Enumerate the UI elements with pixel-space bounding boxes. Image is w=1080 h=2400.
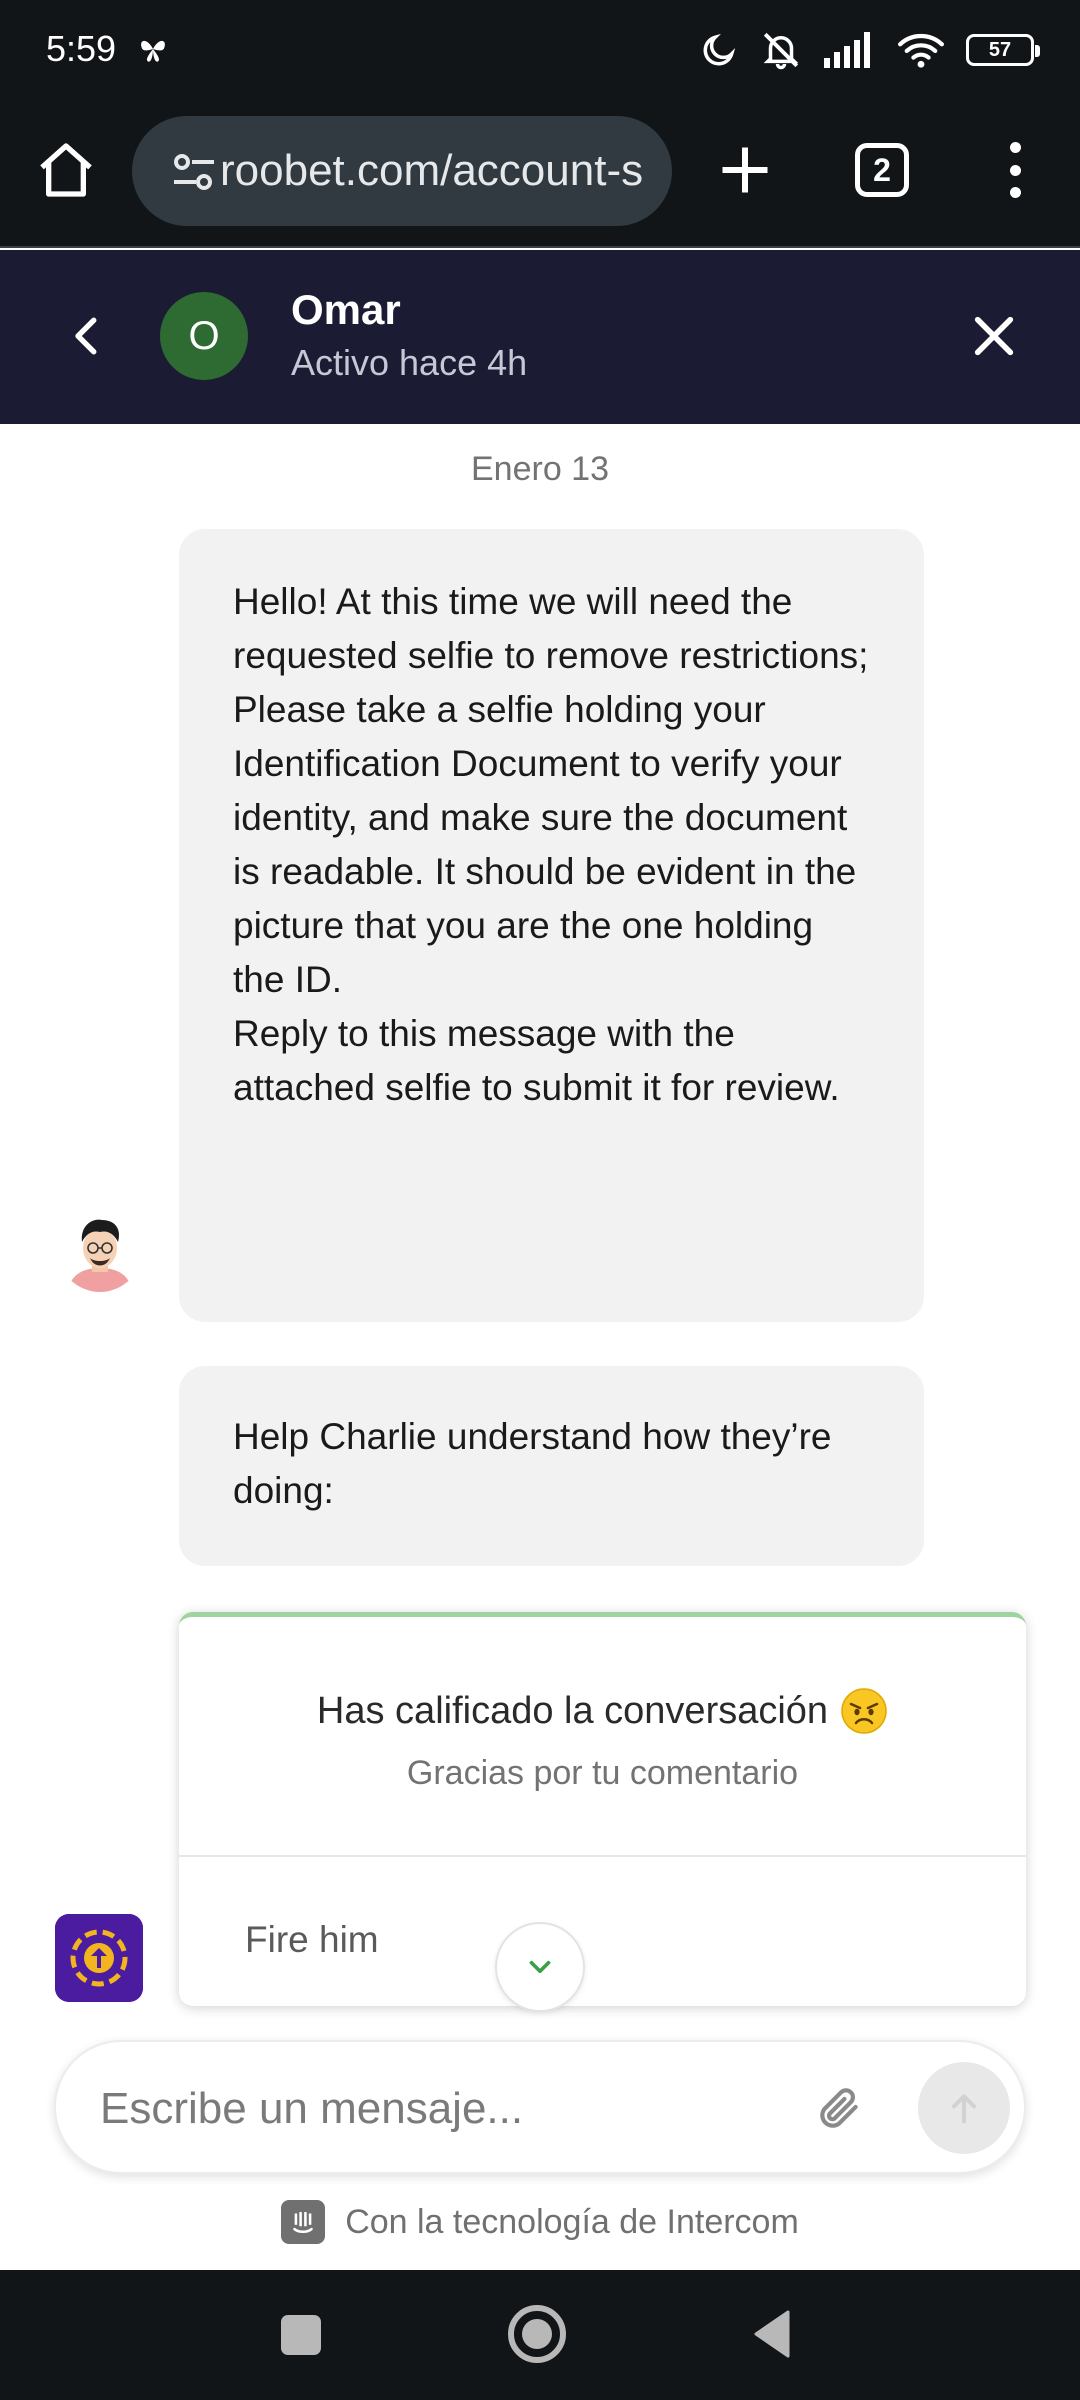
close-icon[interactable]	[966, 308, 1022, 364]
message-composer[interactable]: Escribe un mensaje...	[54, 2040, 1026, 2174]
browser-toolbar: roobet.com/account-s 2	[0, 100, 1080, 248]
message-text: Help Charlie understand how they’re doin…	[233, 1416, 832, 1511]
date-separator: Enero 13	[471, 450, 609, 488]
system-navigation-bar	[0, 2270, 1080, 2400]
message-line: Reply to this message with the attached …	[233, 1013, 840, 1108]
divider	[179, 1855, 1026, 1857]
message-line: Please take a selfie holding your Identi…	[233, 689, 857, 1000]
tab-count: 2	[873, 151, 891, 188]
message-input[interactable]: Escribe un mensaje...	[100, 2084, 523, 2134]
paperclip-icon[interactable]	[814, 2084, 864, 2134]
contact-initial: O	[188, 313, 220, 358]
back-triangle-icon[interactable]	[752, 2310, 792, 2358]
status-bar: 5:59 57	[0, 0, 1080, 100]
arrow-up-icon	[952, 2094, 976, 2124]
back-arrow-icon[interactable]	[60, 306, 114, 366]
contact-name: Omar	[291, 286, 401, 333]
agent-avatar	[58, 1208, 142, 1292]
status-icons: 57	[700, 26, 1040, 74]
powered-by-text[interactable]: Con la tecnología de Intercom	[345, 2203, 799, 2242]
new-tab-icon[interactable]	[715, 140, 775, 200]
conversation-area[interactable]: Enero 13 Hello! At this time we will nee…	[0, 424, 1080, 2044]
brand-logo	[55, 1914, 143, 2002]
moon-icon	[703, 33, 736, 66]
wifi-icon	[898, 33, 944, 68]
agent-message-bubble: Hello! At this time we will need the req…	[179, 529, 924, 1322]
chevron-down-icon	[529, 1960, 551, 1974]
browser-menu-icon[interactable]	[1000, 138, 1030, 202]
home-button[interactable]	[508, 2305, 566, 2363]
battery-level: 57	[988, 38, 1012, 61]
recent-apps-button[interactable]	[281, 2315, 321, 2355]
rating-card: Has calificado la conversación Gracias p…	[179, 1612, 1026, 2012]
agent-message-bubble: Help Charlie understand how they’re doin…	[179, 1366, 924, 1566]
site-settings-icon[interactable]	[172, 152, 216, 192]
tab-switcher-button[interactable]: 2	[855, 143, 909, 197]
butterfly-notification-icon	[141, 40, 165, 62]
rating-subtitle: Gracias por tu comentario	[406, 1754, 799, 1792]
status-time: 5:59	[46, 28, 117, 69]
chat-header: O Omar Activo hace 4h	[0, 250, 1080, 424]
contact-status: Activo hace 4h	[291, 342, 528, 383]
message-line: Hello! At this time we will need the req…	[233, 581, 869, 676]
contact-avatar: O	[160, 292, 248, 380]
rating-comment: Fire him	[245, 1919, 379, 1960]
battery-indicator: 57	[966, 34, 1040, 66]
powered-by: Con la tecnología de Intercom	[0, 2200, 1080, 2244]
rating-title-text: Has calificado la conversación	[316, 1689, 829, 1732]
scroll-to-bottom-button[interactable]	[495, 1922, 585, 2012]
url-text[interactable]: roobet.com/account-s	[220, 146, 650, 196]
rating-title: Has calificado la conversación	[179, 1687, 1026, 1735]
mute-bell-icon	[763, 32, 799, 70]
home-icon[interactable]	[34, 138, 98, 202]
intercom-icon	[281, 2200, 326, 2244]
signal-icon	[824, 32, 870, 68]
send-button[interactable]	[918, 2062, 1010, 2154]
angry-face-icon	[841, 1688, 887, 1734]
address-bar[interactable]: roobet.com/account-s	[132, 116, 672, 226]
